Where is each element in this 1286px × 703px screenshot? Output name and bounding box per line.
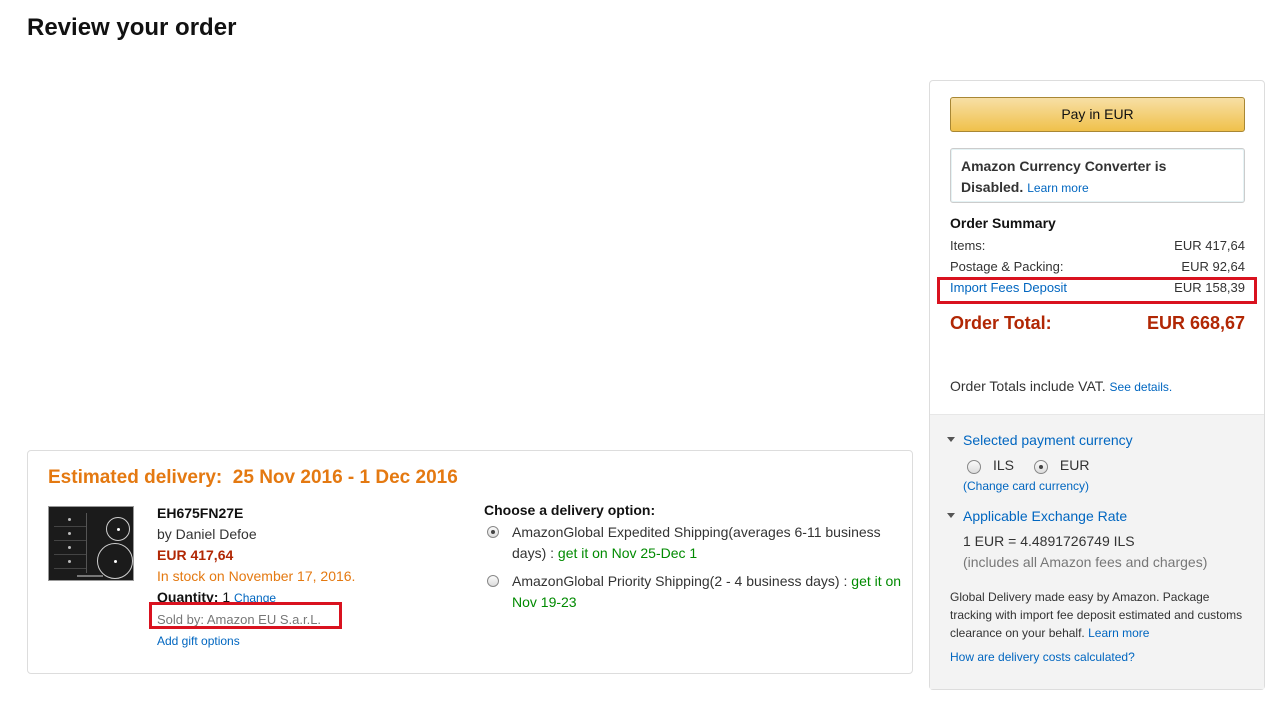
postage-value: EUR 92,64 [1181,259,1245,274]
vat-text: Order Totals include VAT. [950,378,1106,394]
items-row: Items: EUR 417,64 [950,235,1245,256]
page-title: Review your order [27,14,237,41]
add-gift-options-link[interactable]: Add gift options [157,634,240,648]
currency-heading[interactable]: Selected payment currency [963,432,1133,448]
converter-learn-more-link[interactable]: Learn more [1027,181,1088,195]
radio-priority[interactable] [487,575,499,587]
postage-label: Postage & Packing: [950,259,1064,274]
order-total-label: Order Total: [950,313,1052,333]
exchange-heading[interactable]: Applicable Exchange Rate [963,508,1127,524]
delivery-options: Choose a delivery option: AmazonGlobal E… [484,502,904,620]
priority-label: AmazonGlobal Priority Shipping(2 - 4 bus… [512,573,840,589]
radio-expedited[interactable] [487,526,499,538]
import-fees-highlight [937,277,1257,304]
cooktop-zone-column [54,513,87,573]
currency-option-eur[interactable]: EUR [1033,457,1090,474]
caret-down-icon [947,436,955,442]
order-sidebar: Pay in EUR Amazon Currency Converter is … [929,80,1265,690]
items-value: EUR 417,64 [1174,238,1245,253]
exchange-rate: 1 EUR = 4.4891726749 ILS [963,533,1135,549]
exchange-rate-note: (includes all Amazon fees and charges) [963,554,1208,570]
delivery-costs-link[interactable]: How are delivery costs calculated? [950,650,1135,664]
pay-button[interactable]: Pay in EUR [950,97,1245,132]
expedited-separator: : [546,545,558,561]
currency-section-header[interactable]: Selected payment currency [947,432,1133,448]
product-price: EUR 417,64 [157,547,234,563]
order-total-row: Order Total: EUR 668,67 [950,313,1245,337]
postage-row: Postage & Packing: EUR 92,64 [950,256,1245,277]
delivery-option-expedited[interactable]: AmazonGlobal Expedited Shipping(averages… [484,522,904,564]
priority-separator: : [839,573,852,589]
order-total-value: EUR 668,67 [1146,313,1245,333]
order-summary-title: Order Summary [950,215,1056,231]
global-delivery-note: Global Delivery made easy by Amazon. Pac… [950,588,1250,642]
delivery-options-heading: Choose a delivery option: [484,502,656,518]
cooktop-ring-small [106,517,130,541]
delivery-box: Estimated delivery: 25 Nov 2016 - 1 Dec … [27,450,913,674]
currency-eur-label: EUR [1059,457,1090,473]
vat-note: Order Totals include VAT. See details. [950,378,1172,394]
expedited-eta: get it on Nov 25-Dec 1 [557,545,698,561]
exchange-section-header[interactable]: Applicable Exchange Rate [947,508,1127,524]
radio-eur[interactable] [1033,460,1048,474]
product-author: by Daniel Defoe [157,526,257,542]
see-details-link[interactable]: See details. [1110,380,1173,394]
delivery-option-priority[interactable]: AmazonGlobal Priority Shipping(2 - 4 bus… [484,571,904,613]
sold-by-highlight [149,602,342,629]
global-learn-more-link[interactable]: Learn more [1088,626,1149,640]
currency-options: ILS EUR [967,457,1105,474]
cooktop-control-bar [77,575,103,577]
product-image[interactable] [48,506,134,581]
estimated-delivery: Estimated delivery: 25 Nov 2016 - 1 Dec … [48,467,458,488]
order-summary: Order Summary Items: EUR 417,64 Postage … [950,215,1245,337]
radio-ils[interactable] [967,460,981,474]
stock-status: In stock on November 17, 2016. [157,568,356,584]
currency-ils-label: ILS [993,457,1015,473]
currency-option-ils[interactable]: ILS [967,457,1015,474]
product-title: EH675FN27E [157,505,244,521]
cooktop-ring-large [97,543,133,579]
caret-down-icon [947,512,955,518]
items-label: Items: [950,238,986,253]
change-card-currency-link[interactable]: (Change card currency) [963,479,1089,493]
currency-converter-notice: Amazon Currency Converter is Disabled. Le… [950,148,1245,203]
